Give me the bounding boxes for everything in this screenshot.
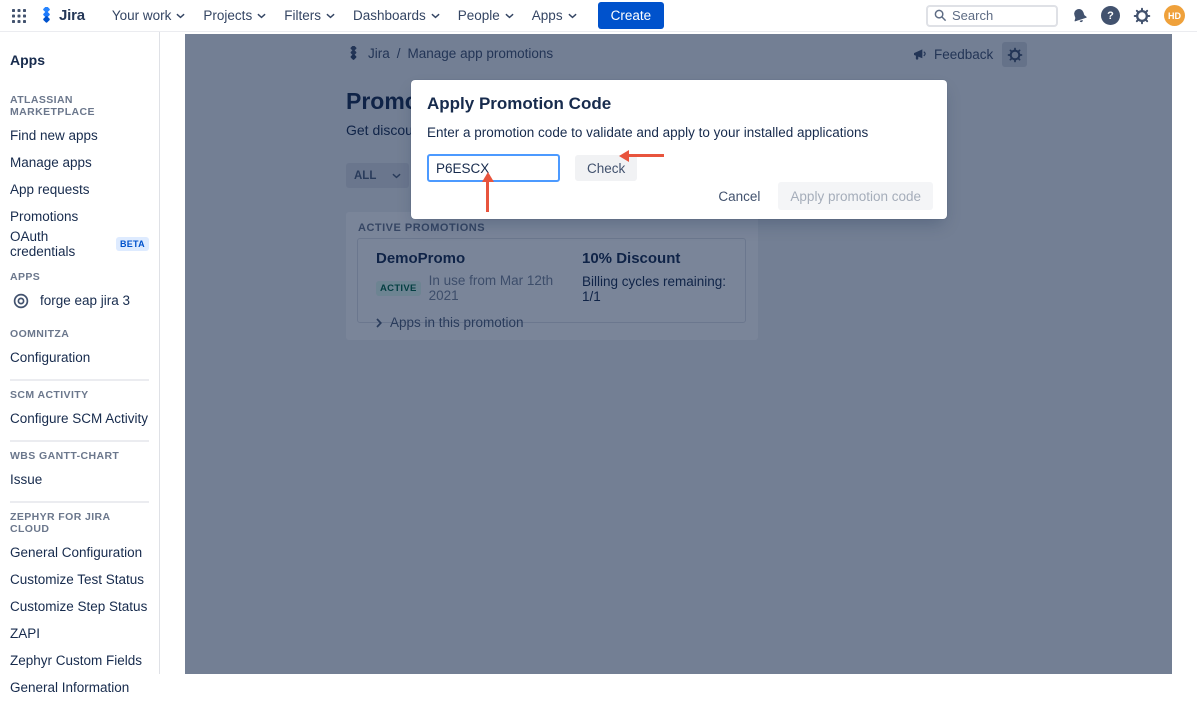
chevron-down-icon — [176, 13, 185, 19]
sidebar-item-general-configuration[interactable]: General Configuration — [10, 539, 149, 566]
nav-item-filters[interactable]: Filters — [284, 8, 335, 23]
sidebar-item-issue[interactable]: Issue — [10, 466, 149, 493]
jira-logo[interactable]: Jira — [38, 7, 85, 24]
nav-item-people[interactable]: People — [458, 8, 514, 23]
annotation-arrow-to-code-input — [486, 182, 489, 212]
sidebar-divider — [10, 501, 149, 503]
beta-badge: BETA — [116, 237, 149, 251]
settings-icon[interactable] — [1133, 7, 1151, 25]
sidebar-item-zapi[interactable]: ZAPI — [10, 620, 149, 647]
sidebar-item-find-new-apps[interactable]: Find new apps — [10, 122, 149, 149]
dialog-description: Enter a promotion code to validate and a… — [427, 125, 931, 140]
chevron-down-icon — [505, 13, 514, 19]
user-avatar[interactable]: HD — [1164, 5, 1185, 26]
target-icon — [13, 293, 29, 309]
create-button[interactable]: Create — [598, 2, 665, 29]
app-switcher-icon[interactable] — [12, 9, 26, 23]
jira-logo-icon — [38, 7, 55, 24]
sidebar-item-configuration[interactable]: Configuration — [10, 344, 149, 371]
sidebar-section-apps: APPS — [10, 271, 149, 283]
nav-item-apps[interactable]: Apps — [532, 8, 577, 23]
annotation-arrow-to-check-button — [629, 154, 664, 157]
sidebar-section-oomnitza: OOMNITZA — [10, 328, 149, 340]
chevron-down-icon — [257, 13, 266, 19]
notifications-icon[interactable] — [1071, 7, 1088, 24]
chevron-down-icon — [568, 13, 577, 19]
nav-item-dashboards[interactable]: Dashboards — [353, 8, 440, 23]
sidebar-item-customize-step-status[interactable]: Customize Step Status — [10, 593, 149, 620]
top-navigation: Jira Your work Projects Filters Dashboar… — [0, 0, 1197, 32]
sidebar-item-app-requests[interactable]: App requests — [10, 176, 149, 203]
apply-promotion-code-dialog: Apply Promotion Code Enter a promotion c… — [411, 80, 947, 219]
sidebar-item-promotions[interactable]: Promotions — [10, 203, 149, 230]
sidebar-item-general-information[interactable]: General Information — [10, 674, 149, 701]
search-input[interactable] — [952, 8, 1042, 23]
apply-promotion-code-button[interactable]: Apply promotion code — [778, 182, 933, 210]
sidebar-item-zephyr-custom-fields[interactable]: Zephyr Custom Fields — [10, 647, 149, 674]
sidebar-section-scm-activity: SCM ACTIVITY — [10, 389, 149, 401]
promotion-code-input[interactable] — [427, 154, 560, 182]
nav-item-your-work[interactable]: Your work — [112, 8, 186, 23]
nav-item-projects[interactable]: Projects — [203, 8, 266, 23]
jira-logo-text: Jira — [59, 7, 85, 24]
sidebar-section-atlassian-marketplace: ATLASSIAN MARKETPLACE — [10, 94, 149, 118]
search-box[interactable] — [926, 5, 1058, 27]
sidebar-title: Apps — [10, 52, 149, 68]
sidebar-section-wbs-gantt-chart: WBS GANTT-CHART — [10, 450, 149, 462]
sidebar: Apps ATLASSIAN MARKETPLACE Find new apps… — [0, 32, 160, 674]
sidebar-divider — [10, 379, 149, 381]
chevron-down-icon — [431, 13, 440, 19]
sidebar-item-oauth-credentials[interactable]: OAuth credentials BETA — [10, 230, 149, 257]
sidebar-item-configure-scm-activity[interactable]: Configure SCM Activity — [10, 405, 149, 432]
chevron-down-icon — [326, 13, 335, 19]
cancel-button[interactable]: Cancel — [706, 183, 772, 210]
sidebar-item-customize-test-status[interactable]: Customize Test Status — [10, 566, 149, 593]
sidebar-section-zephyr: ZEPHYR FOR JIRA CLOUD — [10, 511, 149, 535]
sidebar-divider — [10, 440, 149, 442]
help-icon[interactable]: ? — [1101, 6, 1120, 25]
search-icon — [934, 9, 947, 22]
sidebar-item-manage-apps[interactable]: Manage apps — [10, 149, 149, 176]
dialog-title: Apply Promotion Code — [427, 94, 931, 114]
sidebar-item-forge-eap-jira-3[interactable]: forge eap jira 3 — [10, 287, 149, 314]
